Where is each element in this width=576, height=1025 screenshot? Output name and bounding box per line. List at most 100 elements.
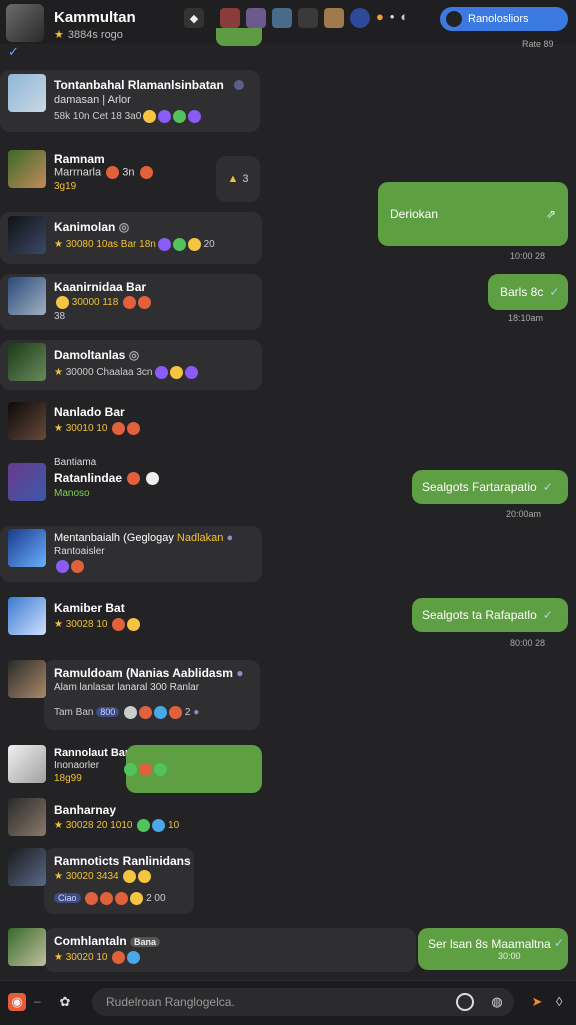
camera-icon[interactable]: ◉	[8, 993, 26, 1011]
tag-badge[interactable]: Ciao	[54, 893, 81, 904]
sender-name[interactable]: Kanimolan ◎	[54, 220, 129, 234]
participant-avatar[interactable]	[272, 8, 292, 28]
sender-name[interactable]: Nanlado Bar	[54, 405, 125, 419]
outgoing-bubble[interactable]: Barls 8c ✓	[488, 274, 568, 310]
reaction-icon[interactable]	[127, 951, 141, 964]
reaction-icon[interactable]	[139, 763, 152, 777]
avatar[interactable]	[8, 597, 46, 635]
reaction-icon[interactable]	[172, 238, 186, 251]
sender-name[interactable]: Ramuldoam (Nanias Aablidasm ●	[54, 666, 244, 680]
sender-name[interactable]: Rannolaut Bar	[54, 747, 129, 759]
reaction-icon[interactable]	[139, 706, 153, 719]
reaction-icon[interactable]	[158, 110, 172, 123]
reaction-icon[interactable]	[154, 366, 168, 379]
sender-name[interactable]: Ratanlindae	[54, 471, 159, 486]
flame-icon[interactable]: ●	[376, 9, 384, 24]
avatar[interactable]	[8, 660, 46, 698]
avatar[interactable]	[8, 343, 46, 381]
reaction-icon[interactable]	[56, 560, 69, 573]
avatar[interactable]	[8, 848, 46, 886]
tag-badge[interactable]: 800	[96, 707, 120, 718]
reaction-icon[interactable]	[112, 951, 126, 964]
avatar[interactable]	[8, 150, 46, 188]
avatar[interactable]	[8, 216, 46, 254]
participant-avatar[interactable]	[324, 8, 344, 28]
sender-name[interactable]: Banharnay	[54, 803, 116, 817]
attachment-bubble[interactable]	[124, 745, 262, 793]
apps-icon[interactable]: ✿	[56, 993, 74, 1011]
participant-avatar[interactable]	[350, 8, 370, 28]
participant-avatar[interactable]	[246, 8, 266, 28]
sender-name[interactable]: Ramnoticts Ranlinidans	[54, 854, 191, 868]
avatar[interactable]	[8, 928, 46, 966]
outgoing-bubble[interactable]: Sealgots ta Rafapatlo ✓	[412, 598, 568, 632]
reaction-icon[interactable]	[112, 422, 126, 435]
message-input[interactable]: Rudelroan Ranglogelca.	[92, 988, 514, 1016]
reaction-icon[interactable]	[154, 706, 168, 719]
reaction-icon[interactable]	[130, 892, 144, 905]
reaction-icon[interactable]	[173, 110, 187, 123]
reaction-icon[interactable]	[169, 366, 183, 379]
more-icon[interactable]: ◐	[400, 9, 408, 24]
participant-avatar[interactable]	[220, 8, 240, 28]
more-icon[interactable]: ◊	[556, 994, 562, 1009]
reaction-icon[interactable]	[152, 819, 166, 832]
reaction-icon[interactable]	[106, 166, 120, 179]
reaction-icon[interactable]	[124, 706, 138, 719]
reaction-icon[interactable]	[184, 366, 198, 379]
outgoing-bubble[interactable]: Ser lsan 8s Maamaltna 30:00	[418, 928, 568, 970]
reaction-icon[interactable]	[157, 238, 171, 251]
reaction-icon[interactable]	[138, 870, 152, 883]
reaction-icon[interactable]	[143, 110, 157, 123]
header-actions[interactable]: ● • ◐	[376, 9, 408, 24]
outgoing-bubble[interactable]: Deriokan ⇗	[378, 182, 568, 246]
avatar[interactable]	[8, 798, 46, 836]
send-icon[interactable]: ➤	[528, 993, 546, 1011]
sender-name[interactable]: Ramnam	[54, 152, 105, 166]
reaction-icon[interactable]	[115, 892, 129, 905]
sender-name[interactable]: Kamiber Bat	[54, 601, 125, 615]
gamepad-icon[interactable]: ◆	[184, 8, 204, 28]
reaction-icon[interactable]	[71, 560, 84, 573]
reaction-icon[interactable]	[127, 618, 141, 631]
participant-strip[interactable]: ◆	[184, 8, 370, 28]
reaction-icon[interactable]	[139, 166, 153, 179]
avatar[interactable]	[8, 529, 46, 567]
reaction-icon[interactable]	[56, 296, 69, 309]
avatar[interactable]	[8, 277, 46, 315]
reaction-icon[interactable]	[123, 870, 137, 883]
sender-name[interactable]: Tontanbahal Rlamanlsinbatan	[54, 78, 224, 92]
reaction-icon[interactable]	[100, 892, 114, 905]
reaction-icon[interactable]	[138, 296, 152, 309]
sender-name[interactable]: Comhlantaln Bana	[54, 934, 161, 948]
forward-icon[interactable]: ⇗	[546, 207, 556, 221]
reaction-icon[interactable]	[127, 472, 141, 486]
outgoing-bubble[interactable]: Sealgots Fartarapatio ✓	[412, 470, 568, 504]
reaction-icon[interactable]	[187, 238, 201, 251]
gamepad-icon[interactable]: ◍	[488, 993, 506, 1011]
reaction-icon[interactable]	[145, 472, 159, 486]
channel-avatar[interactable]	[6, 4, 44, 42]
channel-title[interactable]: Kammultan	[54, 9, 136, 26]
reaction-icon[interactable]	[154, 763, 167, 777]
sender-name[interactable]: Damoltanlas ◎	[54, 348, 139, 362]
reaction-icon[interactable]	[127, 422, 141, 435]
avatar[interactable]	[8, 402, 46, 440]
sender-name[interactable]: Mentanbaialh (Geglogay Nadlakan ●	[54, 532, 233, 544]
tag-badge[interactable]: Bana	[130, 937, 161, 947]
reaction-icon[interactable]	[112, 618, 126, 631]
reaction-icon[interactable]	[137, 819, 151, 832]
header-profile-button[interactable]: Ranolosliors	[440, 7, 568, 31]
sender-name[interactable]: Kaanirnidaa Bar	[54, 280, 146, 294]
reaction-chip[interactable]: ▲ 3	[216, 156, 260, 202]
emoji-icon[interactable]	[456, 993, 474, 1011]
participant-avatar[interactable]	[298, 8, 318, 28]
reaction-icon[interactable]	[85, 892, 99, 905]
avatar[interactable]	[8, 463, 46, 501]
reaction-icon[interactable]	[123, 296, 137, 309]
reaction-icon[interactable]	[188, 110, 202, 123]
reaction-icon[interactable]	[124, 763, 137, 777]
avatar[interactable]	[8, 745, 46, 783]
avatar[interactable]	[8, 74, 46, 112]
reaction-icon[interactable]	[169, 706, 183, 719]
